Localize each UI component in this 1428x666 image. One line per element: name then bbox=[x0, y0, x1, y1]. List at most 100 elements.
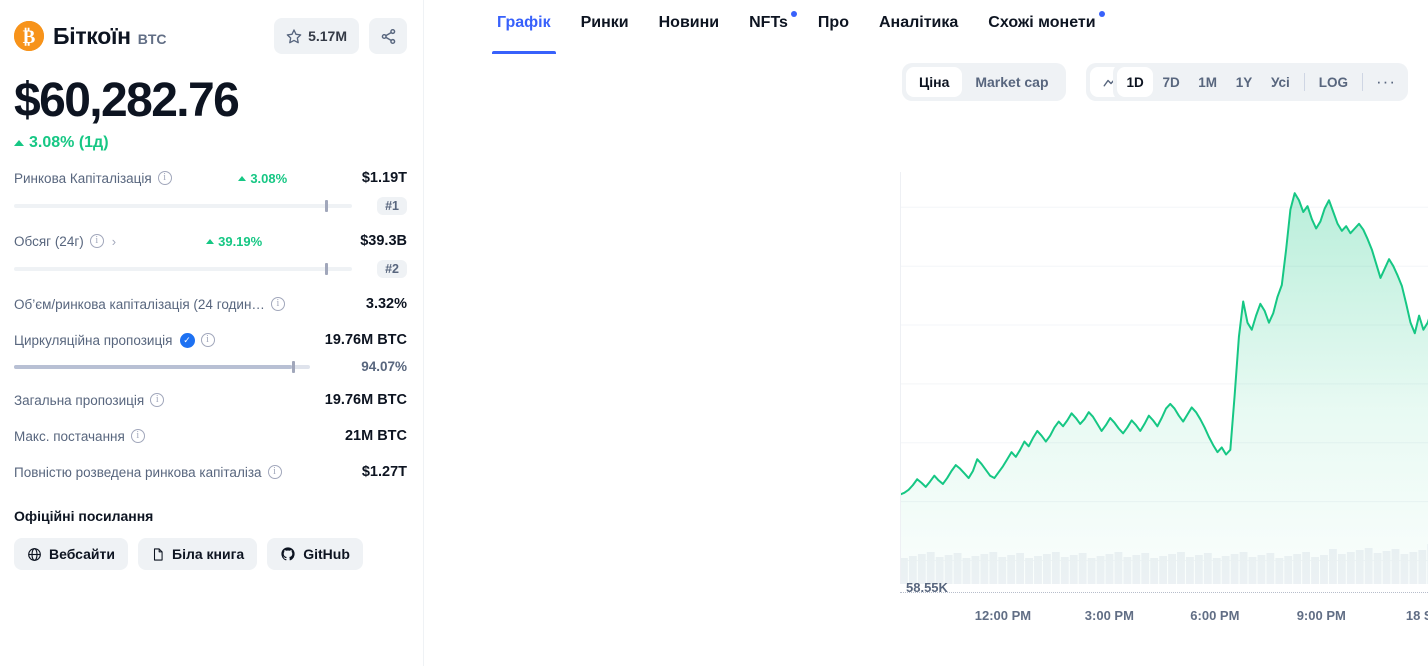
link-label: GitHub bbox=[303, 546, 350, 563]
share-button[interactable] bbox=[369, 18, 407, 54]
stat-item: Циркуляційна пропозиція ✓ i 19.76M BTC 94.07… bbox=[14, 330, 407, 374]
info-icon[interactable]: i bbox=[267, 465, 282, 480]
tab-3[interactable]: NFTs bbox=[734, 0, 803, 54]
caret-up-icon bbox=[238, 175, 247, 181]
link-chip-globe[interactable]: Вебсайти bbox=[14, 538, 128, 571]
stat-progress-row: #2 bbox=[14, 260, 407, 279]
stat-label: Ринкова Капіталізація bbox=[14, 170, 152, 186]
info-icon[interactable]: i bbox=[270, 297, 285, 312]
more-options-button[interactable]: ··· bbox=[1368, 73, 1404, 90]
stat-label: Макс. постачання bbox=[14, 428, 125, 444]
info-icon[interactable]: i bbox=[89, 234, 104, 249]
stat-label: Об’єм/ринкова капіталізація (24 годин… bbox=[14, 296, 265, 312]
supply-percent: 94.07% bbox=[361, 359, 407, 375]
stat-item: Обсяг (24г) i › 39.19% $39.3B #2 bbox=[14, 231, 407, 279]
tab-label: Про bbox=[817, 14, 849, 31]
link-chip-document[interactable]: Біла книга bbox=[138, 538, 258, 571]
stat-item: Повністю розведена ринкова капіталіза i $1… bbox=[14, 462, 407, 482]
stat-line: Макс. постачання i 21M BTC bbox=[14, 426, 407, 446]
stat-progress-bar bbox=[14, 360, 310, 373]
info-icon[interactable]: i bbox=[130, 429, 145, 444]
metric-option[interactable]: Market cap bbox=[962, 67, 1061, 97]
coin-header: ₿ Біткоїн BTC 5.17M bbox=[14, 14, 407, 58]
stat-label: Загальна пропозиція bbox=[14, 392, 145, 408]
tab-label: Графік bbox=[497, 14, 551, 31]
stat-line: Ринкова Капіталізація i 3.08% $1.19T bbox=[14, 168, 407, 188]
link-chip-github[interactable]: GitHub bbox=[267, 538, 363, 571]
tab-0[interactable]: Графік bbox=[482, 0, 566, 54]
tab-label: Ринки bbox=[580, 14, 629, 31]
range-1M[interactable]: 1M bbox=[1189, 67, 1226, 97]
range-Усі[interactable]: Усі bbox=[1262, 67, 1299, 97]
x-axis-tick: 9:00 PM bbox=[1296, 608, 1346, 623]
metric-toggle-group: Ціна Market cap bbox=[902, 63, 1066, 101]
x-axis-tick: 6:00 PM bbox=[1190, 608, 1240, 623]
price-change-value: 3.08% (1д) bbox=[29, 134, 109, 152]
stat-value: $1.19T bbox=[361, 170, 407, 187]
range-1Y[interactable]: 1Y bbox=[1226, 67, 1262, 97]
stat-line: Об’єм/ринкова капіталізація (24 годин… i 3… bbox=[14, 294, 407, 314]
stat-line: Загальна пропозиція i 19.76M BTC bbox=[14, 390, 407, 410]
tab-2[interactable]: Новини bbox=[644, 0, 735, 54]
coin-chart-panel: Графік Ринки Новини NFTs Про Аналітика Схожі м… bbox=[424, 0, 1428, 666]
stat-progress-knob bbox=[325, 263, 328, 276]
plot-left-border bbox=[900, 172, 901, 584]
stat-line: Циркуляційна пропозиція ✓ i 19.76M BTC bbox=[14, 330, 407, 350]
watchlist-button[interactable]: 5.17M bbox=[274, 18, 359, 54]
info-icon[interactable]: i bbox=[150, 393, 165, 408]
metric-option[interactable]: Ціна bbox=[906, 67, 963, 97]
stat-progress-row: 94.07% bbox=[14, 359, 407, 374]
stat-line: Повністю розведена ринкова капіталіза i $1… bbox=[14, 462, 407, 482]
stats-list: Ринкова Капіталізація i 3.08% $1.19T #1 Обсяг… bbox=[14, 168, 407, 482]
separator bbox=[1303, 73, 1305, 91]
stat-progress-row: #1 bbox=[14, 197, 407, 216]
new-indicator-dot-icon bbox=[790, 11, 797, 17]
tab-1[interactable]: Ринки bbox=[566, 0, 644, 54]
tab-label: Аналітика bbox=[878, 14, 959, 31]
info-icon[interactable]: i bbox=[200, 333, 215, 348]
coin-ticker: BTC bbox=[137, 31, 167, 47]
stat-value: $39.3B bbox=[360, 233, 407, 250]
price-change: 3.08% (1д) bbox=[14, 134, 407, 152]
tab-4[interactable]: Про bbox=[803, 0, 864, 54]
info-icon[interactable]: i bbox=[157, 171, 172, 186]
stat-progress-knob bbox=[292, 360, 295, 373]
link-label: Біла книга bbox=[172, 546, 245, 563]
stat-progress-bar bbox=[14, 263, 352, 276]
svg-text:₿: ₿ bbox=[23, 27, 36, 48]
tab-label: Схожі монети bbox=[988, 14, 1096, 31]
document-icon bbox=[151, 547, 165, 562]
globe-icon bbox=[27, 547, 42, 562]
stat-label: Обсяг (24г) bbox=[14, 233, 84, 249]
stat-change: 3.08% bbox=[238, 171, 287, 186]
range-7D[interactable]: 7D bbox=[1153, 67, 1189, 97]
range-log[interactable]: LOG bbox=[1310, 67, 1357, 97]
stat-value: 21M BTC bbox=[344, 428, 407, 445]
x-axis-tick: 3:00 PM bbox=[1084, 608, 1134, 623]
stat-progress-bar bbox=[14, 200, 352, 213]
stat-value: $1.27T bbox=[361, 464, 407, 481]
stat-value: 19.76M BTC bbox=[324, 332, 407, 349]
stat-item: Об’єм/ринкова капіталізація (24 годин… i 3… bbox=[14, 294, 407, 314]
stat-value: 19.76M BTC bbox=[324, 392, 407, 409]
coin-price: $60,282.76 bbox=[14, 74, 240, 127]
price-plot[interactable] bbox=[900, 172, 1428, 584]
chevron-right-icon[interactable]: › bbox=[112, 234, 116, 249]
share-icon bbox=[380, 28, 397, 45]
x-axis-tick: 18 Sep bbox=[1405, 608, 1428, 623]
price-area-fill bbox=[900, 193, 1428, 584]
coin-name: Біткоїн bbox=[53, 22, 131, 49]
stat-item: Макс. постачання i 21M BTC bbox=[14, 426, 407, 446]
rank-badge: #1 bbox=[377, 197, 407, 216]
tab-5[interactable]: Аналітика bbox=[864, 0, 973, 54]
official-links-row: Вебсайти Біла книга GitHub bbox=[14, 538, 407, 571]
stat-label: Повністю розведена ринкова капіталіза bbox=[14, 464, 262, 480]
tab-label: Новини bbox=[658, 14, 720, 31]
stat-item: Ринкова Капіталізація i 3.08% $1.19T #1 bbox=[14, 168, 407, 216]
verified-badge-icon: ✓ bbox=[179, 332, 195, 348]
range-1D[interactable]: 1D bbox=[1117, 67, 1154, 97]
stat-label: Циркуляційна пропозиція bbox=[14, 332, 173, 348]
tab-6[interactable]: Схожі монети bbox=[973, 0, 1110, 54]
section-tabs: Графік Ринки Новини NFTs Про Аналітика Схожі м… bbox=[424, 0, 1428, 54]
watchlist-count: 5.17M bbox=[308, 28, 347, 44]
